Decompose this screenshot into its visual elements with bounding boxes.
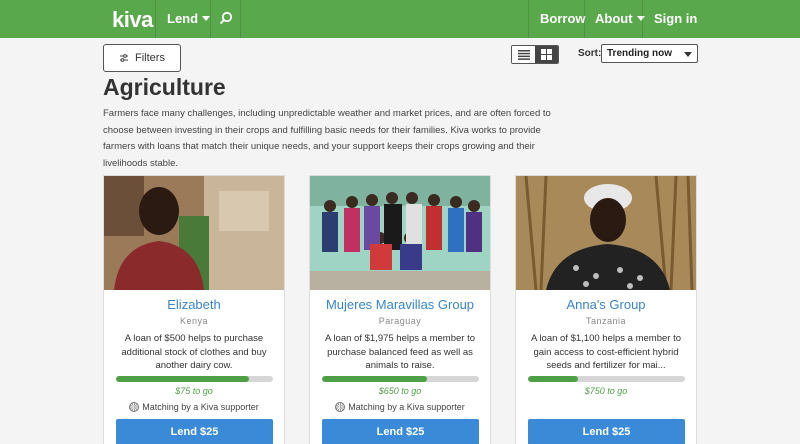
matching-badge-icon [129, 402, 140, 412]
chevron-down-icon [202, 16, 211, 21]
borrower-photo-image [516, 176, 696, 290]
about-menu[interactable]: About [595, 0, 645, 38]
loan-description: A loan of $1,975 helps a member to purch… [325, 333, 475, 371]
borrower-photo[interactable] [516, 176, 696, 290]
loan-card: Mujeres Maravillas Group Paraguay A loan… [309, 175, 491, 444]
sort-label: Sort: [578, 48, 602, 59]
borrower-country: Tanzania [585, 316, 627, 326]
loan-description: A loan of $1,100 helps a member to gain … [531, 333, 681, 371]
matching-text: Matching by a Kiva supporter [142, 402, 259, 412]
matching-note: Matching by a Kiva supporter [310, 402, 490, 412]
amount-to-go: $75 to go [175, 386, 213, 396]
page-title: Agriculture [103, 74, 226, 100]
nav-divider [240, 0, 241, 38]
kiva-logo[interactable]: kiva [112, 7, 153, 33]
borrow-link[interactable]: Borrow [540, 0, 586, 38]
lend-button[interactable]: Lend $25 [116, 419, 273, 444]
loan-card: Anna's Group Tanzania A loan of $1,100 h… [515, 175, 697, 444]
chevron-down-icon [636, 16, 645, 21]
borrower-photo[interactable] [310, 176, 490, 290]
funding-progress-bar [528, 376, 685, 382]
about-menu-label: About [595, 11, 633, 26]
sort-value: Trending now [607, 48, 672, 59]
matching-badge-icon [335, 402, 346, 412]
loan-card: Elizabeth Kenya A loan of $500 helps to … [103, 175, 285, 444]
borrower-photo[interactable] [104, 176, 284, 290]
sign-in-link[interactable]: Sign in [654, 0, 697, 38]
borrower-photo-image [104, 176, 284, 290]
sliders-icon [120, 54, 129, 62]
nav-divider [210, 0, 211, 38]
borrower-country: Paraguay [378, 316, 422, 326]
loan-description: A loan of $500 helps to purchase additio… [121, 333, 267, 371]
nav-divider [642, 0, 643, 38]
lend-button[interactable]: Lend $25 [322, 419, 479, 444]
funding-progress-bar [322, 376, 479, 382]
nav-divider [155, 0, 156, 38]
grid-view-icon [541, 49, 552, 60]
funding-progress-bar [116, 376, 273, 382]
matching-note: Matching by a Kiva supporter [104, 402, 284, 412]
amount-to-go: $650 to go [378, 386, 422, 396]
view-toggle [511, 45, 559, 64]
lend-button[interactable]: Lend $25 [528, 419, 685, 444]
lend-menu[interactable]: Lend [167, 0, 211, 38]
borrower-photo-image [310, 176, 490, 290]
chevron-down-icon [684, 52, 692, 57]
amount-to-go: $750 to go [584, 386, 628, 396]
list-view-button[interactable] [512, 46, 535, 63]
nav-divider [584, 0, 585, 38]
matching-text: Matching by a Kiva supporter [348, 402, 465, 412]
filters-button[interactable]: Filters [103, 44, 181, 72]
borrower-name-link[interactable]: Elizabeth [104, 297, 284, 312]
nav-divider [528, 0, 529, 38]
list-view-icon [517, 49, 530, 60]
search-button[interactable] [219, 11, 233, 27]
top-nav: kiva Lend Borrow About Sign in [0, 0, 800, 38]
borrower-name-link[interactable]: Anna's Group [516, 297, 696, 312]
category-description: Farmers face many challenges, including … [103, 108, 551, 169]
borrower-name-link[interactable]: Mujeres Maravillas Group [310, 297, 490, 312]
sort-select[interactable]: Trending now [601, 44, 698, 63]
grid-view-button[interactable] [535, 46, 558, 63]
search-icon [219, 11, 233, 25]
filters-label: Filters [135, 52, 165, 64]
lend-menu-label: Lend [167, 11, 199, 26]
borrower-country: Kenya [179, 316, 209, 326]
